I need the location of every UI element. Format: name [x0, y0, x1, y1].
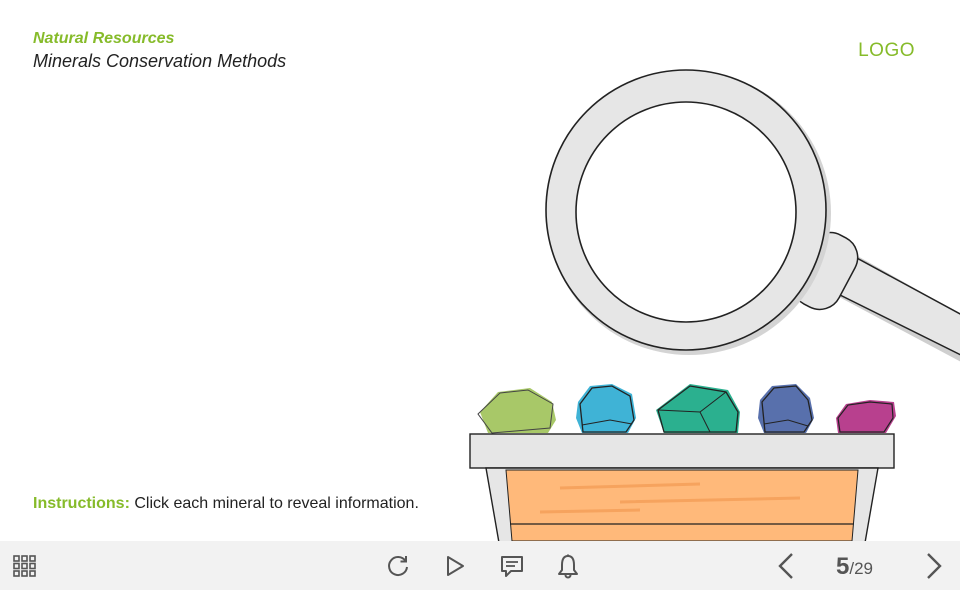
page-counter: 5/29	[836, 553, 873, 583]
mineral-magenta[interactable]	[836, 400, 896, 433]
play-icon[interactable]	[440, 541, 470, 590]
instructions-text: Click each mineral to reveal information…	[129, 495, 419, 512]
page-total: /29	[849, 559, 873, 578]
magnifier-illustration	[469, 69, 960, 541]
grid-menu-icon[interactable]	[8, 541, 42, 590]
mineral-crate	[469, 433, 895, 541]
chevron-left-icon[interactable]	[771, 541, 801, 590]
mineral-indigo[interactable]	[758, 384, 814, 433]
chevron-right-icon[interactable]	[919, 541, 949, 590]
bell-icon[interactable]	[553, 541, 583, 590]
slide-stage: Natural Resources Minerals Conservation …	[0, 0, 960, 541]
player-toolbar	[0, 541, 960, 590]
page-current: 5	[836, 553, 850, 580]
instructions-label: Instructions:	[33, 495, 130, 512]
mineral-teal[interactable]	[656, 384, 740, 433]
mineral-green[interactable]	[477, 388, 556, 434]
magnifier-lens	[575, 101, 797, 323]
replay-icon[interactable]	[383, 541, 413, 590]
instructions: Instructions: Click each mineral to reve…	[33, 495, 419, 513]
mineral-blue[interactable]	[576, 384, 636, 433]
notes-icon[interactable]	[497, 541, 527, 590]
